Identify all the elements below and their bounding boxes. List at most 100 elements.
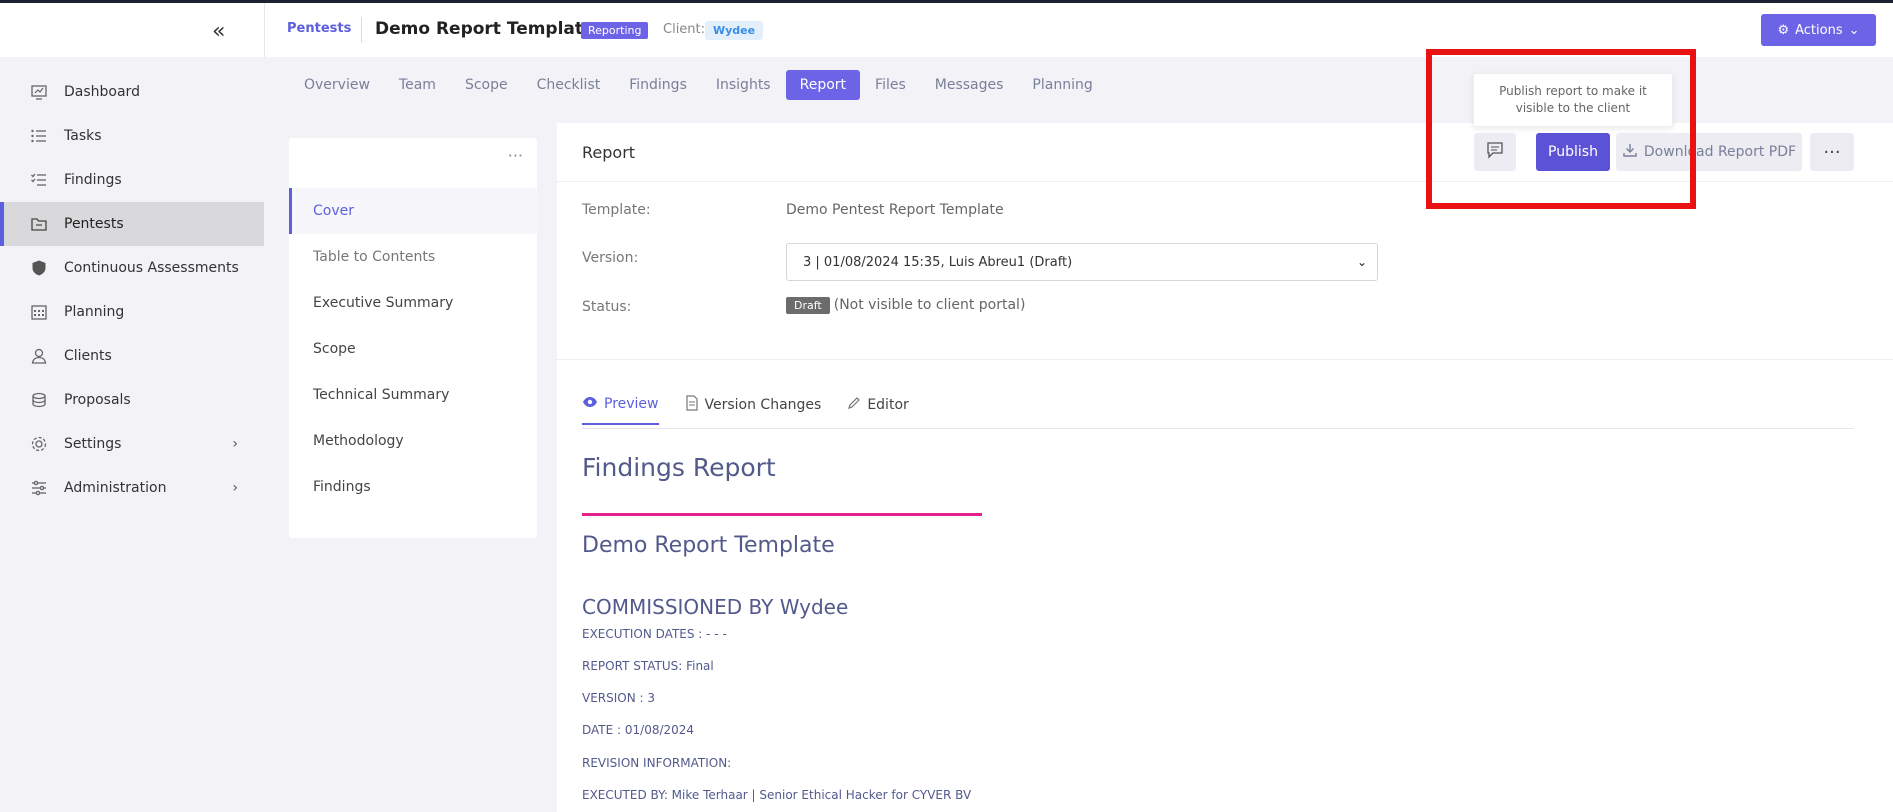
sidebar-item-continuous-assessments[interactable]: Continuous Assessments — [0, 246, 264, 290]
proposals-icon — [30, 391, 48, 409]
sidebar-item-administration[interactable]: Administration › — [0, 466, 264, 510]
outline-more-icon[interactable]: ··· — [508, 146, 523, 165]
sidebar-item-label: Pentests — [64, 216, 124, 232]
pentest-tabs: Overview Team Scope Checklist Findings I… — [290, 70, 1108, 100]
subtab-version-changes[interactable]: Version Changes — [685, 395, 822, 425]
sidebar-header: « — [0, 3, 264, 57]
preview-subtitle: Demo Report Template — [582, 533, 835, 558]
outline-item-table-of-contents[interactable]: Table to Contents — [289, 234, 537, 280]
preview-commissioned: COMMISSIONED BY Wydee — [582, 595, 849, 619]
subtab-label: Editor — [867, 397, 909, 413]
download-icon — [1622, 142, 1638, 162]
sidebar-item-planning[interactable]: Planning — [0, 290, 264, 334]
tab-planning[interactable]: Planning — [1018, 70, 1106, 100]
sidebar-item-clients[interactable]: Clients — [0, 334, 264, 378]
subtab-underline — [582, 428, 1854, 429]
sidebar: « Dashboard Tasks Findings Pentests Cont… — [0, 3, 264, 812]
actions-label: Actions — [1795, 22, 1843, 38]
sidebar-item-pentests[interactable]: Pentests — [0, 202, 264, 246]
sidebar-item-label: Administration — [64, 480, 167, 496]
tab-findings[interactable]: Findings — [615, 70, 701, 100]
outline-list: Cover Table to Contents Executive Summar… — [289, 188, 537, 510]
top-header: Pentests Demo Report Template Reporting … — [264, 3, 1893, 57]
document-icon — [685, 395, 699, 415]
template-label: Template: — [582, 202, 651, 218]
tab-messages[interactable]: Messages — [921, 70, 1018, 100]
client-badge[interactable]: Wydee — [705, 21, 764, 40]
tasks-icon — [30, 127, 48, 145]
preview-meta-line: REVISION INFORMATION: — [582, 756, 732, 770]
preview-meta-line: DATE : 01/08/2024 — [582, 723, 695, 737]
outline-item-executive-summary[interactable]: Executive Summary — [289, 280, 537, 326]
clients-icon — [30, 347, 48, 365]
download-label: Download Report PDF — [1643, 144, 1797, 160]
eye-icon — [582, 396, 598, 412]
version-label: Version: — [582, 250, 639, 266]
pencil-icon — [847, 396, 861, 414]
preview-meta-line: EXECUTION DATES : - - - — [582, 627, 727, 641]
report-heading: Report — [582, 143, 636, 162]
more-options-button[interactable]: ··· — [1810, 133, 1854, 171]
status-note: (Not visible to client portal) — [833, 297, 1026, 313]
sidebar-item-label: Planning — [64, 304, 125, 320]
sidebar-item-settings[interactable]: Settings › — [0, 422, 264, 466]
outline-item-cover[interactable]: Cover — [289, 188, 537, 234]
calendar-icon — [30, 303, 48, 321]
tab-team[interactable]: Team — [385, 70, 450, 100]
preview-meta-line: EXECUTED BY: Mike Terhaar | Senior Ethic… — [582, 788, 972, 802]
actions-button[interactable]: ⚙ Actions ⌄ — [1761, 14, 1876, 46]
template-value: Demo Pentest Report Template — [786, 202, 1004, 218]
divider — [557, 181, 1893, 182]
comments-button[interactable] — [1474, 133, 1516, 171]
draft-badge: Draft — [786, 297, 830, 314]
subtab-label: Version Changes — [704, 397, 822, 413]
sidebar-item-label: Tasks — [64, 128, 102, 144]
gear-icon — [30, 435, 48, 453]
preview-meta-line: REPORT STATUS: Final — [582, 659, 714, 673]
status-value: Draft (Not visible to client portal) — [786, 297, 1025, 314]
sidebar-item-findings[interactable]: Findings — [0, 158, 264, 202]
tab-files[interactable]: Files — [861, 70, 920, 100]
version-selected-value: 3 | 01/08/2024 15:35, Luis Abreu1 (Draft… — [803, 254, 1073, 270]
outline-item-technical-summary[interactable]: Technical Summary — [289, 372, 537, 418]
version-select[interactable]: 3 | 01/08/2024 15:35, Luis Abreu1 (Draft… — [786, 243, 1378, 281]
sidebar-item-label: Findings — [64, 172, 122, 188]
sidebar-item-label: Dashboard — [64, 84, 140, 100]
sidebar-item-tasks[interactable]: Tasks — [0, 114, 264, 158]
subtab-editor[interactable]: Editor — [847, 395, 909, 425]
subtab-label: Preview — [604, 396, 659, 412]
sidebar-item-label: Settings — [64, 436, 122, 452]
publish-button[interactable]: Publish — [1536, 133, 1610, 171]
sidebar-nav: Dashboard Tasks Findings Pentests Contin… — [0, 70, 264, 510]
sidebar-item-label: Continuous Assessments — [64, 260, 239, 276]
collapse-sidebar-icon[interactable]: « — [212, 19, 225, 44]
dashboard-icon — [30, 83, 48, 101]
outline-item-findings[interactable]: Findings — [289, 464, 537, 510]
sidebar-item-label: Clients — [64, 348, 112, 364]
findings-icon — [30, 171, 48, 189]
divider — [557, 359, 1893, 360]
tab-checklist[interactable]: Checklist — [523, 70, 615, 100]
tab-overview[interactable]: Overview — [290, 70, 384, 100]
sidebar-item-dashboard[interactable]: Dashboard — [0, 70, 264, 114]
outline-item-methodology[interactable]: Methodology — [289, 418, 537, 464]
chevron-down-icon: ⌄ — [1848, 22, 1860, 38]
pentests-icon — [30, 215, 48, 233]
subtab-preview[interactable]: Preview — [582, 395, 659, 425]
page-title: Demo Report Template — [375, 19, 595, 39]
sidebar-item-proposals[interactable]: Proposals — [0, 378, 264, 422]
tab-insights[interactable]: Insights — [702, 70, 785, 100]
tab-report[interactable]: Report — [785, 70, 861, 100]
tab-scope[interactable]: Scope — [451, 70, 522, 100]
gear-icon: ⚙ — [1777, 22, 1790, 38]
breadcrumb-pentests[interactable]: Pentests — [287, 21, 351, 36]
preview-title: Findings Report — [582, 453, 776, 482]
outline-item-scope[interactable]: Scope — [289, 326, 537, 372]
download-report-pdf-button[interactable]: Download Report PDF — [1616, 133, 1802, 171]
report-card: Report Template: Demo Pentest Report Tem… — [557, 123, 1893, 812]
sidebar-item-label: Proposals — [64, 392, 131, 408]
chevron-right-icon: › — [232, 436, 238, 452]
preview-meta-line: VERSION : 3 — [582, 691, 656, 705]
shield-icon — [30, 259, 48, 277]
chevron-down-icon: ⌄ — [1356, 255, 1367, 269]
